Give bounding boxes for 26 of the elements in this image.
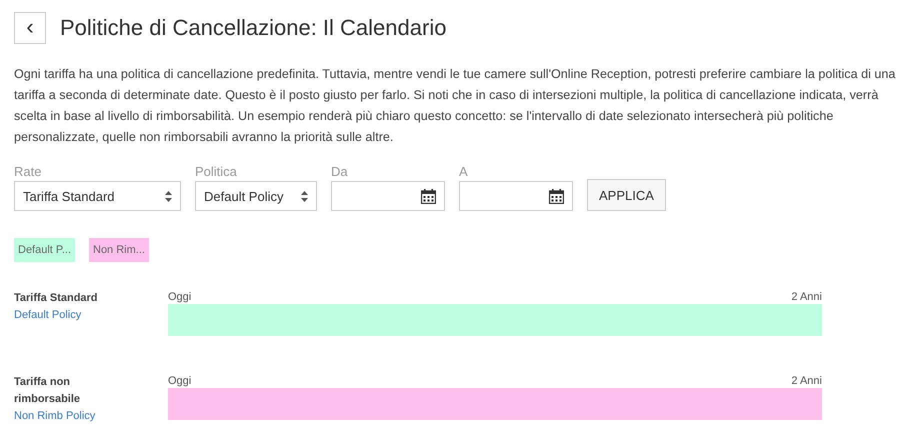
calendar-icon [421,188,436,204]
description-text: Ogni tariffa ha una politica di cancellazione predefinita. Tuttavia, mentre vendi le tue camere sull'Online Reception, potresti preferire cambiare la politica di una tariffa a seconda di determinate date. Questo è il posto giusto per farlo. Si noti che in caso di intersezioni multiple, la politica di cancellazione indicata, verrà scelta in base al livello di rimborsabilità. Un esempio renderà più chiaro questo concetto: se l'intervallo di date selezionato intersecherà più politiche personalizzate, quelle non rimborsabili avranno la priorità sulle altre. [14,66,896,146]
back-button[interactable]: ‹ [14,12,46,44]
rate-name: Tariffa non rimborsabile [14,375,82,407]
select-field[interactable]: Default Policy [195,181,317,211]
end-label: 2 Anni [791,374,822,388]
legend-tag: Non Rim... [89,238,149,262]
field-label: Rate [14,164,42,179]
date-field[interactable] [459,181,573,211]
apply-button[interactable]: APPLICA [587,179,666,211]
date-field[interactable] [331,181,445,211]
sort-arrows-icon [165,190,172,202]
start-label: Oggi [168,290,192,304]
page-title: Politiche di Cancellazione: Il Calendario [60,15,446,41]
rate-name: Tariffa Standard [14,291,99,306]
field-label: A [459,164,469,179]
policy-link[interactable]: Default Policy [14,307,168,324]
field-label: Politica [195,164,238,179]
end-label: 2 Anni [791,290,822,304]
policy-link[interactable]: Non Rimb Policy [14,408,168,425]
field-label: Da [331,164,349,179]
sort-arrows-icon [301,190,308,202]
legend-tag: Default P... [14,238,75,262]
select-field[interactable]: Tariffa Standard [14,181,181,211]
start-label: Oggi [168,374,192,388]
calendar-icon [549,188,564,204]
